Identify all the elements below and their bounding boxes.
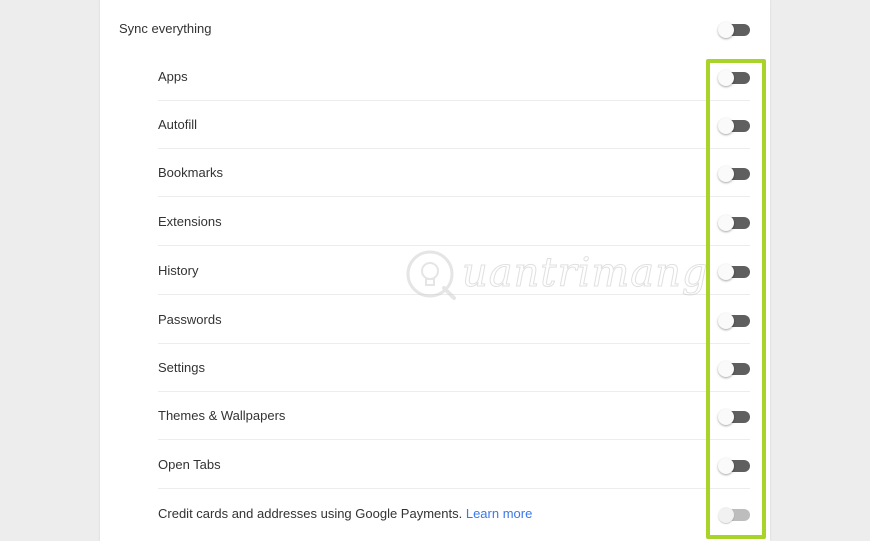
toggle-knob (718, 166, 734, 182)
sync-everything-label: Sync everything (119, 21, 212, 36)
sync-item-bookmarks: Bookmarks (100, 149, 770, 197)
sync-item-label: Autofill (158, 117, 198, 132)
extensions-toggle[interactable] (718, 215, 750, 231)
payments-label: Credit cards and addresses using Google … (158, 490, 532, 538)
row-divider (158, 439, 750, 440)
learn-more-link[interactable]: Learn more (466, 506, 532, 521)
sync-everything-toggle[interactable] (718, 22, 750, 38)
sync-item-label: Settings (158, 360, 205, 375)
sync-item-label: Bookmarks (158, 165, 224, 180)
passwords-toggle[interactable] (718, 313, 750, 329)
sync-item-open-tabs: Open Tabs (100, 441, 770, 489)
sync-item-label: Open Tabs (158, 457, 221, 472)
sync-item-themes: Themes & Wallpapers (100, 392, 770, 440)
toggle-knob (718, 215, 734, 231)
toggle-knob (718, 22, 734, 38)
open-tabs-toggle[interactable] (718, 458, 750, 474)
toggle-knob (718, 458, 734, 474)
sync-everything-row: Sync everything (100, 5, 770, 53)
sync-item-payments: Credit cards and addresses using Google … (100, 490, 770, 538)
toggle-knob (718, 313, 734, 329)
toggle-knob (718, 409, 734, 425)
sync-item-settings: Settings (100, 344, 770, 392)
sync-item-extensions: Extensions (100, 198, 770, 246)
row-divider (158, 245, 750, 246)
payments-text: Credit cards and addresses using Google … (158, 506, 463, 521)
toggle-knob (718, 70, 734, 86)
sync-item-label: Extensions (158, 214, 222, 229)
sync-item-autofill: Autofill (100, 101, 770, 149)
history-toggle[interactable] (718, 264, 750, 280)
payments-toggle[interactable] (718, 507, 750, 523)
sync-item-label: Passwords (158, 312, 222, 327)
settings-toggle[interactable] (718, 361, 750, 377)
toggle-knob (718, 361, 734, 377)
row-divider (158, 294, 750, 295)
apps-toggle[interactable] (718, 70, 750, 86)
bookmarks-toggle[interactable] (718, 166, 750, 182)
toggle-knob (718, 118, 734, 134)
row-divider (158, 196, 750, 197)
sync-item-label: Apps (158, 69, 188, 84)
autofill-toggle[interactable] (718, 118, 750, 134)
sync-item-label: Themes & Wallpapers (158, 408, 286, 423)
row-divider (158, 488, 750, 489)
themes-toggle[interactable] (718, 409, 750, 425)
sync-item-label: History (158, 263, 199, 278)
toggle-knob (718, 507, 734, 523)
sync-settings-panel: Sync everything Apps Autofill Bookmarks … (100, 0, 770, 541)
sync-item-passwords: Passwords (100, 296, 770, 344)
sync-item-history: History (100, 247, 770, 295)
sync-item-apps: Apps (100, 53, 770, 101)
toggle-knob (718, 264, 734, 280)
